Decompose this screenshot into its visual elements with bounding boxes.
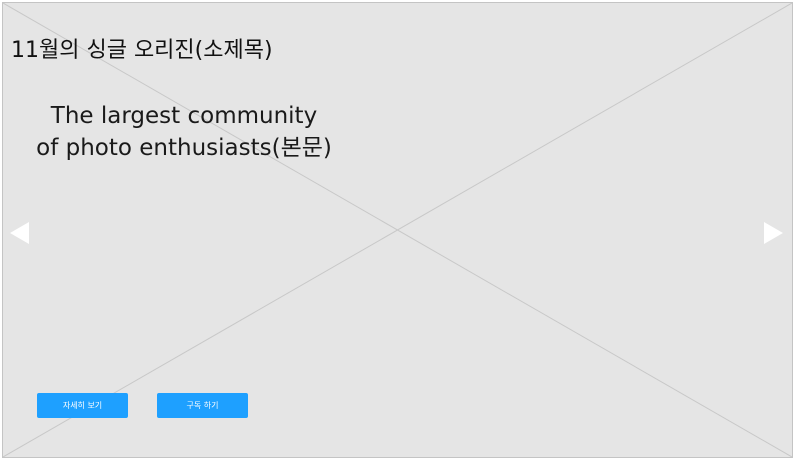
banner-subtitle: 11월의 싱글 오리진(소제목) (11, 38, 273, 63)
detail-button[interactable]: 자세히 보기 (37, 393, 128, 418)
image-placeholder (3, 3, 792, 457)
banner-body-text: The largest community of photo enthusias… (9, 100, 359, 164)
next-slide-button[interactable] (761, 220, 785, 246)
prev-slide-button[interactable] (7, 220, 31, 246)
banner-body-line: of photo enthusiasts(본문) (36, 135, 332, 161)
triangle-left-icon (10, 222, 29, 244)
subscribe-button[interactable]: 구독 하기 (157, 393, 248, 418)
banner-body-line: The largest community (50, 103, 318, 129)
hero-banner: 11월의 싱글 오리진(소제목) The largest community o… (2, 2, 793, 458)
triangle-right-icon (764, 222, 783, 244)
